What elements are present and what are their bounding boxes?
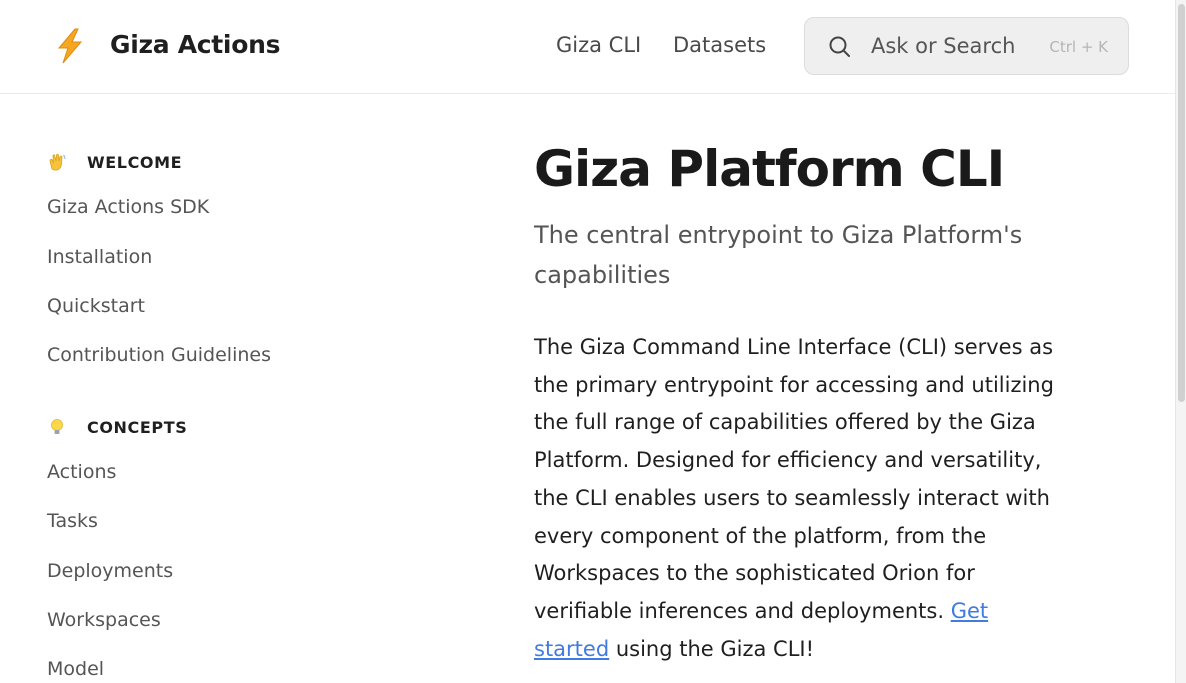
top-header: Giza Actions Giza CLI Datasets Ask or Se… xyxy=(0,0,1175,94)
scrollbar-thumb[interactable] xyxy=(1178,4,1185,402)
sidebar-section-concepts: CONCEPTS xyxy=(47,417,187,437)
page-scrollbar[interactable] xyxy=(1175,0,1186,683)
sidebar-item-workspaces[interactable]: Workspaces xyxy=(47,607,161,633)
brand-name[interactable]: Giza Actions xyxy=(110,28,280,62)
sidebar: WELCOME Giza Actions SDK Installation Qu… xyxy=(0,95,480,683)
lightning-bolt-icon[interactable] xyxy=(54,28,86,64)
sidebar-item-deployments[interactable]: Deployments xyxy=(47,558,173,584)
search-icon xyxy=(829,36,850,57)
search-shortcut-hint: Ctrl + K xyxy=(1049,38,1108,56)
sidebar-item-actions[interactable]: Actions xyxy=(47,459,116,485)
intro-paragraph: The Giza Command Line Interface (CLI) se… xyxy=(534,329,1069,668)
sidebar-section-welcome: WELCOME xyxy=(47,152,182,172)
intro-text: The Giza Command Line Interface (CLI) se… xyxy=(534,335,1054,623)
nav-link-giza-cli[interactable]: Giza CLI xyxy=(556,30,641,60)
page-title: Giza Platform CLI xyxy=(534,140,1005,198)
search-placeholder: Ask or Search xyxy=(871,34,1016,58)
sidebar-item-installation[interactable]: Installation xyxy=(47,244,152,270)
waving-hand-icon xyxy=(49,153,66,171)
sidebar-item-quickstart[interactable]: Quickstart xyxy=(47,293,145,319)
sidebar-section-title: CONCEPTS xyxy=(87,417,188,437)
sidebar-item-tasks[interactable]: Tasks xyxy=(47,508,98,534)
search-box[interactable]: Ask or Search Ctrl + K xyxy=(804,17,1129,75)
sidebar-section-title: WELCOME xyxy=(87,152,183,172)
intro-text-end: using the Giza CLI! xyxy=(609,636,815,661)
sidebar-item-contribution-guidelines[interactable]: Contribution Guidelines xyxy=(47,342,271,368)
sidebar-item-giza-actions-sdk[interactable]: Giza Actions SDK xyxy=(47,194,209,220)
page-subtitle: The central entrypoint to Giza Platform'… xyxy=(534,221,1023,289)
light-bulb-icon xyxy=(51,419,63,434)
sidebar-item-model[interactable]: Model xyxy=(47,656,104,682)
nav-link-datasets[interactable]: Datasets xyxy=(673,30,766,60)
